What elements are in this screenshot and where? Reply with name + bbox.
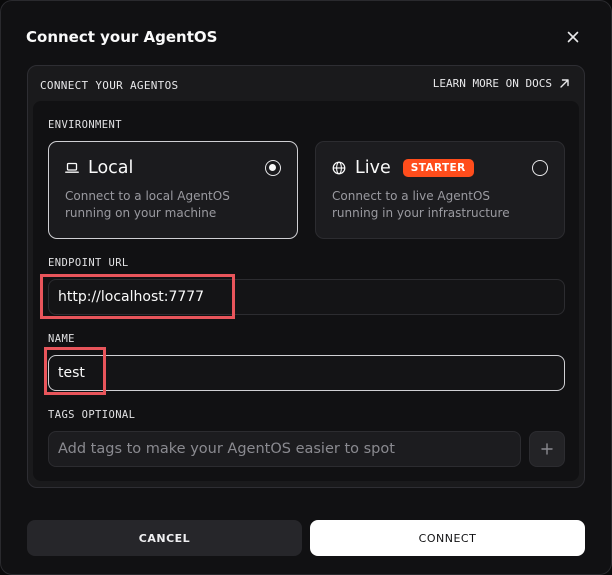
globe-icon	[332, 161, 346, 175]
env-option-local[interactable]: Local Connect to a local AgentOS running…	[48, 141, 298, 239]
external-arrow-icon	[560, 79, 569, 88]
env-live-radio[interactable]	[532, 160, 548, 176]
env-option-description: Connect to a live AgentOS running in you…	[332, 189, 510, 220]
endpoint-url-label: ENDPOINT URL	[48, 257, 129, 269]
env-option-description: Connect to a local AgentOS running on yo…	[65, 189, 230, 220]
close-icon	[567, 31, 579, 43]
connect-dialog: Connect your AgentOS CONNECT YOUR AGENTO…	[0, 0, 612, 575]
dialog-title: Connect your AgentOS	[26, 28, 218, 46]
cancel-button[interactable]: CANCEL	[27, 520, 302, 556]
starter-badge: STARTER	[402, 159, 474, 177]
learn-more-docs-link[interactable]: LEARN MORE ON DOCS	[433, 77, 570, 90]
add-tag-button[interactable]	[529, 431, 565, 467]
panel-body: ENVIRONMENT Local Connect to a local Age…	[33, 101, 579, 481]
env-option-title: Local	[88, 158, 134, 178]
plus-icon	[541, 443, 553, 455]
env-option-live[interactable]: Live STARTER Connect to a live AgentOS r…	[315, 141, 565, 239]
endpoint-url-input[interactable]	[48, 279, 565, 315]
environment-label: ENVIRONMENT	[48, 119, 122, 131]
tags-label: TAGS OPTIONAL	[48, 409, 136, 421]
env-local-radio[interactable]	[265, 160, 281, 176]
name-input[interactable]	[48, 355, 565, 391]
docs-link-label: LEARN MORE ON DOCS	[432, 77, 552, 90]
env-option-title: Live	[355, 158, 391, 178]
close-button[interactable]	[562, 27, 584, 47]
connect-panel: CONNECT YOUR AGENTOS LEARN MORE ON DOCS …	[27, 65, 585, 488]
tags-input[interactable]	[48, 431, 521, 467]
connect-button[interactable]: CONNECT	[310, 520, 585, 556]
laptop-icon	[65, 162, 79, 173]
panel-header-label: CONNECT YOUR AGENTOS	[40, 79, 179, 92]
name-label: NAME	[48, 333, 75, 345]
